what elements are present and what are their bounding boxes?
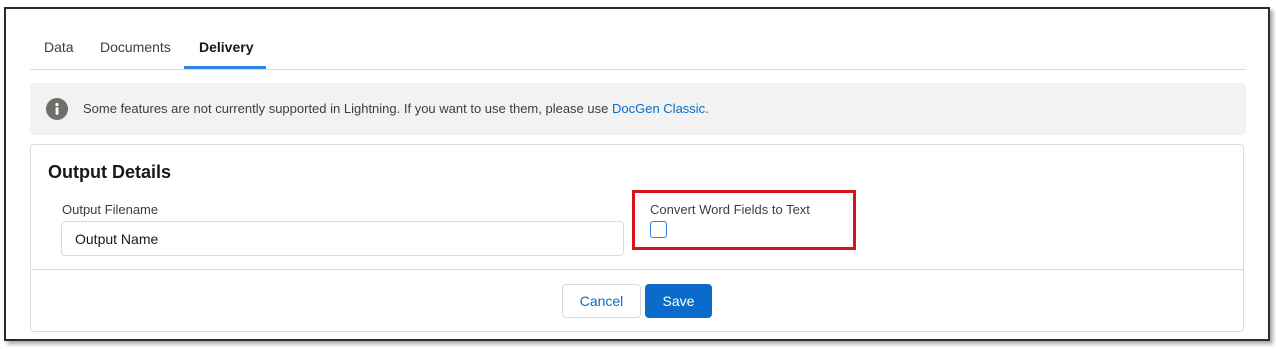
- tab-delivery[interactable]: Delivery: [199, 39, 253, 55]
- card-title: Output Details: [48, 162, 172, 182]
- card-footer-divider: [31, 269, 1243, 270]
- active-tab-indicator: [184, 66, 266, 69]
- notice-banner: Some features are not currently supporte…: [30, 83, 1246, 135]
- tab-data[interactable]: Data: [44, 39, 74, 55]
- cancel-button[interactable]: Cancel: [562, 284, 641, 318]
- save-button[interactable]: Save: [645, 284, 712, 318]
- output-filename-label: Output Filename: [62, 202, 159, 217]
- tab-bar: Data Documents Delivery: [30, 9, 1246, 70]
- output-details-card: Output Details Output Filename Convert W…: [30, 144, 1244, 332]
- notice-text: Some features are not currently supporte…: [83, 101, 709, 116]
- info-icon: [46, 98, 68, 120]
- output-filename-input[interactable]: [61, 221, 624, 256]
- convert-word-fields-label: Convert Word Fields to Text: [650, 202, 810, 217]
- tab-documents[interactable]: Documents: [100, 39, 171, 55]
- docgen-classic-link[interactable]: DocGen Classic.: [612, 101, 709, 116]
- convert-word-fields-checkbox[interactable]: [650, 221, 667, 238]
- window-frame: Data Documents Delivery Some features ar…: [4, 7, 1270, 341]
- notice-message: Some features are not currently supporte…: [83, 101, 612, 116]
- highlight-annotation: [632, 190, 856, 250]
